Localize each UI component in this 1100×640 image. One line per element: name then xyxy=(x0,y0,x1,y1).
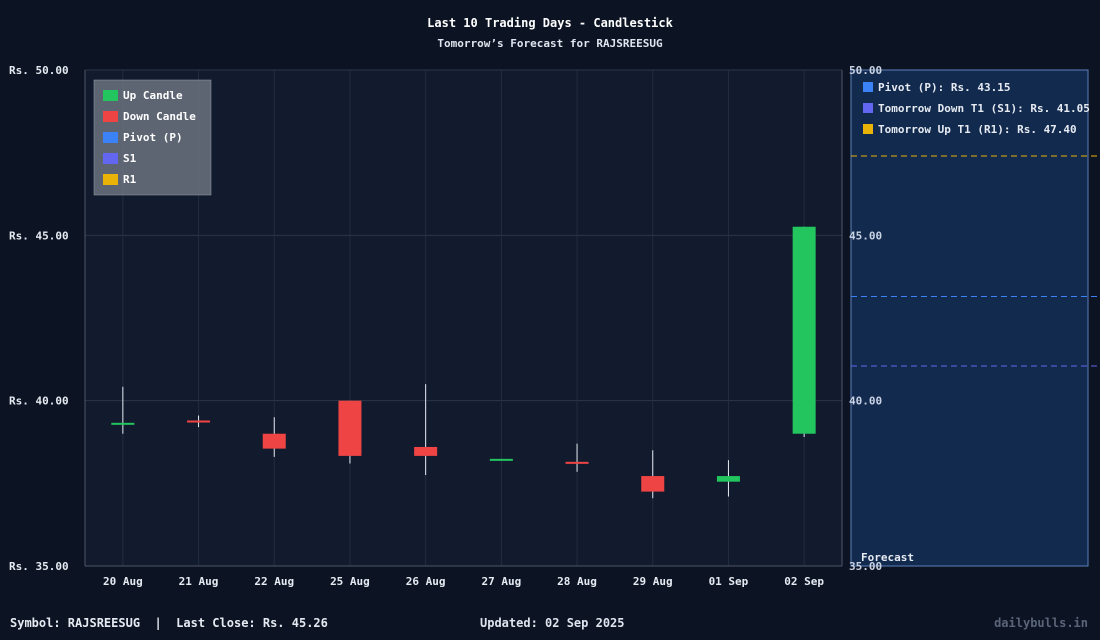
down-candle-body xyxy=(262,433,286,449)
y-tick-label: Rs. 50.00 xyxy=(9,64,69,77)
x-tick-label: 28 Aug xyxy=(557,575,597,588)
legend-swatch xyxy=(103,90,118,101)
x-tick-label: 20 Aug xyxy=(103,575,143,588)
legend-label: R1 xyxy=(123,173,137,186)
right-tick-label: 45.00 xyxy=(849,229,882,242)
legend-swatch xyxy=(103,111,118,122)
x-tick-label: 27 Aug xyxy=(481,575,521,588)
forecast-legend-swatch xyxy=(863,124,873,134)
x-tick-label: 02 Sep xyxy=(784,575,824,588)
forecast-label: Forecast xyxy=(861,551,914,564)
legend-label: Down Candle xyxy=(123,110,196,123)
updated-date: Updated: 02 Sep 2025 xyxy=(480,616,625,630)
up-candle-body xyxy=(489,458,513,461)
chart-subtitle: Tomorrow’s Forecast for RAJSREESUG xyxy=(437,37,663,50)
y-tick-label: Rs. 40.00 xyxy=(9,395,69,408)
forecast-legend-swatch xyxy=(863,103,873,113)
x-tick-label: 29 Aug xyxy=(633,575,673,588)
y-tick-label: Rs. 45.00 xyxy=(9,229,69,242)
legend-swatch xyxy=(103,132,118,143)
brand-watermark: dailybulls.in xyxy=(994,616,1088,630)
up-candle-body xyxy=(716,476,740,482)
x-tick-label: 01 Sep xyxy=(709,575,749,588)
up-candle-body xyxy=(111,422,135,425)
x-tick-label: 22 Aug xyxy=(254,575,294,588)
right-tick-label: 50.00 xyxy=(849,64,882,77)
legend-swatch xyxy=(103,153,118,164)
down-candle-body xyxy=(414,446,438,456)
x-tick-label: 26 Aug xyxy=(406,575,446,588)
symbol-info: Symbol: RAJSREESUG | Last Close: Rs. 45.… xyxy=(10,616,328,630)
right-tick-label: 40.00 xyxy=(849,395,882,408)
legend-label: Pivot (P) xyxy=(123,131,183,144)
x-tick-label: 25 Aug xyxy=(330,575,370,588)
forecast-legend-swatch xyxy=(863,82,873,92)
y-tick-label: Rs. 35.00 xyxy=(9,560,69,573)
forecast-panel xyxy=(850,69,1089,567)
legend: Up Candle Down Candle Pivot (P) S1 R1 xyxy=(93,79,212,196)
forecast-legend-label: Tomorrow Up T1 (R1): Rs. 47.40 xyxy=(878,123,1077,136)
candlestick-chart: Rs. 50.00 50.00 Rs. 45.00 45.00 Rs. 40.00 40.… xyxy=(9,16,1100,588)
forecast-legend-label: Tomorrow Down T1 (S1): Rs. 41.05 xyxy=(878,102,1090,115)
legend-swatch xyxy=(103,174,118,185)
down-candle-body xyxy=(338,400,362,456)
up-candle-body xyxy=(792,226,816,434)
legend-label: Up Candle xyxy=(123,89,183,102)
chart-title: Last 10 Trading Days - Candlestick xyxy=(427,16,673,30)
forecast-legend-label: Pivot (P): Rs. 43.15 xyxy=(878,81,1010,94)
legend-label: S1 xyxy=(123,152,137,165)
down-candle-body xyxy=(641,476,665,492)
down-candle-body xyxy=(187,420,211,423)
down-candle-body xyxy=(565,461,589,464)
x-tick-label: 21 Aug xyxy=(179,575,219,588)
